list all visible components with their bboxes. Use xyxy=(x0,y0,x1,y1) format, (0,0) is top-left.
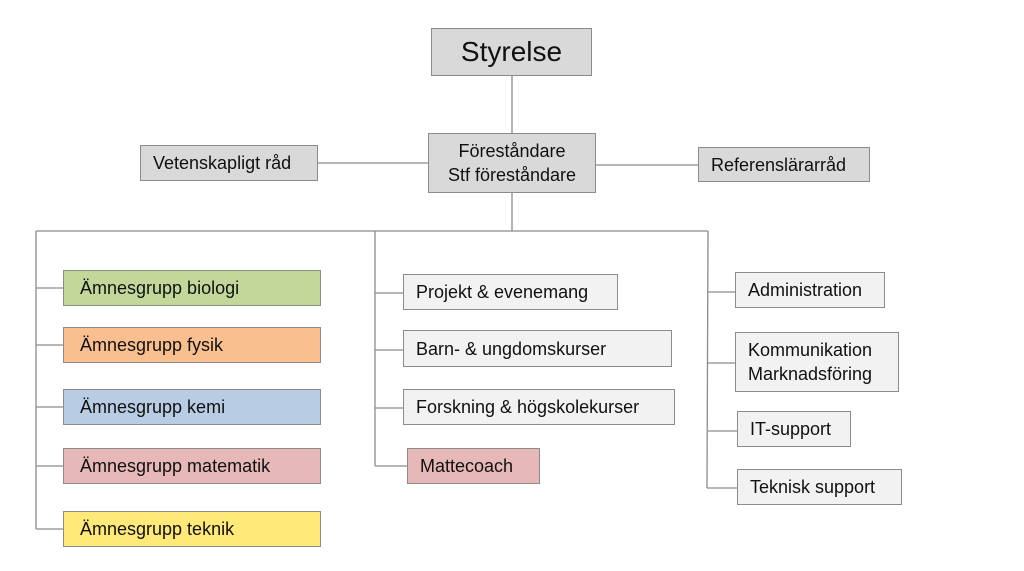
administration-box: Administration xyxy=(735,272,885,308)
subject-group-label: Ämnesgrupp biologi xyxy=(80,278,240,298)
reference-teacher-council-box: Referenslärarråd xyxy=(698,147,870,182)
deputy-director-label: Stf föreståndare xyxy=(447,165,577,185)
activity-label: Forskning & högskolekurser xyxy=(416,397,640,417)
board-label: Styrelse xyxy=(460,36,563,67)
management-box: Föreståndare Stf föreståndare xyxy=(428,133,596,193)
research-courses-box: Forskning & högskolekurser xyxy=(403,389,675,425)
activity-label: Projekt & evenemang xyxy=(416,282,589,302)
support-label: Teknisk support xyxy=(750,477,876,497)
communication-label: Kommunikation xyxy=(748,340,873,360)
subject-group-mathematics: Ämnesgrupp matematik xyxy=(63,448,321,484)
scientific-council-label: Vetenskapligt råd xyxy=(153,153,292,173)
support-label: IT-support xyxy=(750,419,832,439)
subject-group-label: Ämnesgrupp kemi xyxy=(80,397,226,417)
scientific-council-box: Vetenskapligt råd xyxy=(140,145,318,181)
subject-group-label: Ämnesgrupp fysik xyxy=(80,335,224,355)
math-coach-box: Mattecoach xyxy=(407,448,540,484)
technical-support-box: Teknisk support xyxy=(737,469,902,505)
subject-group-technology: Ämnesgrupp teknik xyxy=(63,511,321,547)
youth-courses-box: Barn- & ungdomskurser xyxy=(403,330,672,367)
it-support-box: IT-support xyxy=(737,411,851,447)
board-box: Styrelse xyxy=(431,28,592,76)
activity-label: Mattecoach xyxy=(420,456,514,476)
subject-group-physics: Ämnesgrupp fysik xyxy=(63,327,321,363)
communication-box: Kommunikation Marknadsföring xyxy=(735,332,899,392)
subject-group-chemistry: Ämnesgrupp kemi xyxy=(63,389,321,425)
marketing-label: Marknadsföring xyxy=(748,364,873,384)
activity-label: Barn- & ungdomskurser xyxy=(416,338,607,359)
director-label: Föreståndare xyxy=(458,141,566,161)
support-label: Administration xyxy=(748,280,863,300)
projects-events-box: Projekt & evenemang xyxy=(403,274,618,310)
subject-group-label: Ämnesgrupp matematik xyxy=(80,456,271,476)
subject-group-label: Ämnesgrupp teknik xyxy=(80,519,235,539)
subject-group-biology: Ämnesgrupp biologi xyxy=(63,270,321,306)
reference-teacher-council-label: Referenslärarråd xyxy=(711,154,847,175)
